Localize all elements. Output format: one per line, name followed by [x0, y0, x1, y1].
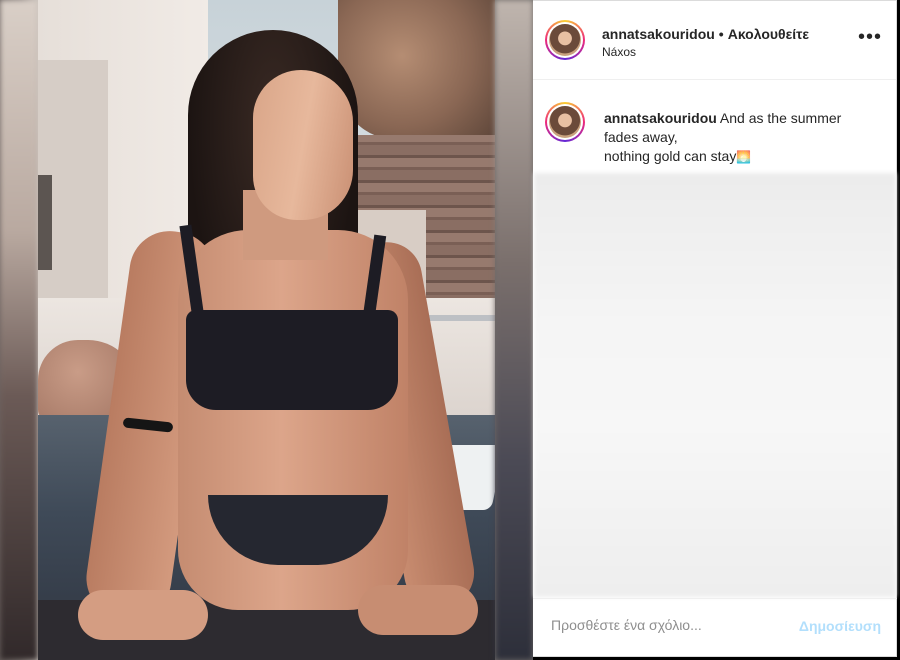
photo-window — [38, 175, 52, 270]
photo-person-hand-left — [78, 590, 208, 640]
caption-line-3: nothing gold can stay — [604, 148, 737, 164]
comment-form: Δημοσίευση — [533, 598, 897, 656]
caption-text: annatsakouridou And as the summer fades … — [604, 109, 884, 167]
photo-person-hand-right — [358, 585, 478, 635]
post-side-panel: annatsakouridou • Ακολουθείτε Náxos ••• an… — [533, 0, 897, 657]
photo-rocks — [338, 0, 495, 140]
avatar-image — [549, 106, 581, 138]
media-blur-edge-left — [0, 0, 38, 660]
caption-avatar[interactable] — [545, 102, 585, 142]
avatar-image — [549, 24, 581, 56]
photo-swimsuit-top — [186, 310, 398, 410]
post-photo[interactable] — [38, 0, 495, 660]
follow-status-button[interactable]: Ακολουθείτε — [728, 26, 809, 42]
caption-line-1: And as the summer — [719, 110, 842, 126]
username-link[interactable]: annatsakouridou — [602, 26, 715, 42]
caption-username-link[interactable]: annatsakouridou — [604, 110, 717, 126]
post-media[interactable] — [0, 0, 533, 660]
media-blur-edge-right — [495, 0, 533, 660]
avatar[interactable] — [545, 20, 585, 60]
photo-person-face — [253, 70, 353, 220]
more-options-icon[interactable]: ••• — [858, 27, 882, 47]
post-comment-button[interactable]: Δημοσίευση — [799, 618, 881, 634]
comment-input[interactable] — [549, 616, 793, 634]
separator-dot: • — [718, 26, 724, 42]
comments-loading-area — [534, 173, 896, 597]
caption-line-2: fades away, — [604, 129, 678, 145]
location-link[interactable]: Náxos — [602, 45, 636, 59]
header-line: annatsakouridou • Ακολουθείτε — [602, 26, 809, 42]
post-header: annatsakouridou • Ακολουθείτε Náxos ••• — [533, 1, 896, 80]
sunset-emoji-icon: 🌅 — [736, 150, 752, 164]
